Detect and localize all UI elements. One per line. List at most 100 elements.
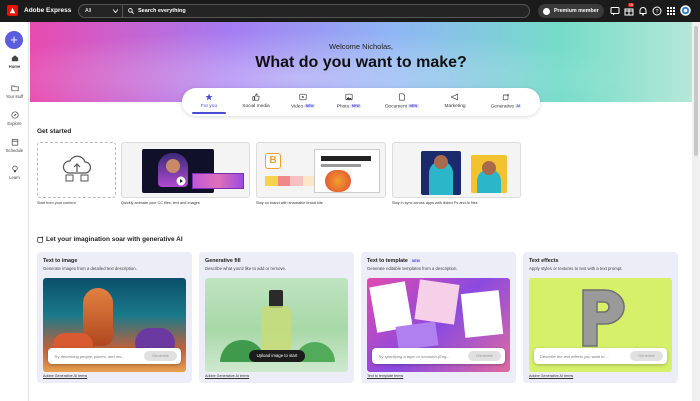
- tab-generative[interactable]: Generative AI: [484, 93, 528, 109]
- tab-marketing-label: Marketing: [444, 104, 466, 109]
- bulb-icon: [11, 165, 18, 173]
- upload-image-button[interactable]: Upload image to start: [249, 350, 305, 362]
- search-bar[interactable]: All Search everything: [78, 4, 530, 18]
- nav-home[interactable]: Home: [0, 54, 29, 69]
- text-to-image-prompt-placeholder: Try describing people, places, and mo...: [54, 354, 125, 359]
- notifications-icon[interactable]: [638, 6, 648, 16]
- generative-ai-icon: [37, 236, 44, 243]
- scrollbar-thumb[interactable]: [694, 26, 698, 156]
- tab-document-new-badge: NEW: [407, 104, 419, 108]
- search-icon: [128, 8, 134, 14]
- upload-cloud-icon: [62, 155, 92, 182]
- nav-schedule[interactable]: Schedule: [0, 138, 29, 153]
- text-to-image-prompt-input[interactable]: Try describing people, places, and mo...…: [48, 348, 181, 364]
- tab-video-new-badge: NEW: [304, 104, 316, 108]
- bottle-image: Upload image to start: [205, 278, 348, 372]
- app-title[interactable]: Adobe Express: [24, 7, 71, 14]
- text-effects-title: Text effects: [529, 258, 559, 264]
- text-to-image-title: Text to image: [43, 258, 78, 264]
- tab-generative-ai-badge: AI: [515, 104, 522, 108]
- gift-icon[interactable]: [624, 6, 634, 16]
- chevron-down-icon: [113, 9, 118, 13]
- gs-caption-4: Stay in sync across apps with linked Ps …: [392, 201, 478, 205]
- hero-title: What do you want to make?: [255, 54, 467, 71]
- play-icon: [176, 176, 186, 186]
- home-icon: [11, 55, 18, 62]
- folder-icon: [10, 85, 19, 92]
- tab-video[interactable]: Video NEW: [286, 93, 320, 109]
- play-icon: [299, 93, 307, 101]
- text-effects-prompt-input[interactable]: Describe the text effects you want to ..…: [534, 348, 667, 364]
- brand-kits-card[interactable]: B: [256, 142, 386, 198]
- tab-marketing[interactable]: Marketing: [438, 93, 472, 109]
- nav-schedule-label: Schedule: [5, 148, 24, 153]
- gs-caption-1: Start from your content: [37, 201, 76, 205]
- text-to-template-generate-button[interactable]: Generate: [468, 351, 501, 361]
- text-to-image-generate-button[interactable]: Generate: [144, 351, 177, 361]
- tab-photo[interactable]: Photo NEW: [332, 93, 366, 109]
- seahorse-image: Try describing people, places, and mo...…: [43, 278, 186, 372]
- text-effects-terms-link[interactable]: Adobe Generative AI terms: [529, 374, 573, 378]
- text-effects-card[interactable]: Text effects Apply styles or textures to…: [523, 252, 678, 383]
- image-icon: [345, 93, 353, 101]
- gs-caption-3: Stay on brand with shareable brand kits: [256, 201, 323, 205]
- text-to-template-prompt-input[interactable]: Try specifying a topic or occasion (Eng.…: [372, 348, 505, 364]
- premium-crown-icon: [543, 7, 550, 15]
- brand-color-swatches: [265, 176, 315, 186]
- premium-member-button[interactable]: Premium member: [538, 4, 604, 18]
- nav-your-stuff-label: Your stuff: [5, 94, 24, 99]
- search-scope-select[interactable]: All: [79, 5, 123, 17]
- notification-count-badge: 15: [628, 3, 634, 7]
- text-to-template-terms-link[interactable]: Text to template terms: [367, 374, 403, 378]
- text-to-template-card[interactable]: Text to template NEW Generate editable t…: [361, 252, 516, 383]
- generative-fill-desc: Describe what you'd like to add or remov…: [205, 266, 287, 271]
- page-scrollbar[interactable]: [692, 22, 700, 401]
- left-nav-rail: + Home Your stuff Explore Schedule Learn: [0, 22, 29, 401]
- text-to-template-desc: Generate editable templates from a descr…: [367, 266, 458, 271]
- tab-photo-new-badge: NEW: [350, 104, 362, 108]
- text-to-template-new-badge: NEW: [410, 258, 422, 263]
- document-icon: [399, 93, 405, 101]
- adobe-express-logo-icon[interactable]: [7, 5, 18, 16]
- text-effects-generate-button[interactable]: Generate: [630, 351, 663, 361]
- get-started-heading: Get started: [37, 128, 72, 135]
- premium-label: Premium member: [554, 8, 599, 14]
- linked-files-card[interactable]: [392, 142, 521, 198]
- apps-grid-icon[interactable]: [666, 6, 676, 16]
- start-from-content-card[interactable]: [37, 142, 116, 198]
- nav-learn[interactable]: Learn: [0, 165, 29, 180]
- text-effects-desc: Apply styles or textures to text with a …: [529, 266, 623, 271]
- tab-video-label: Video: [290, 104, 304, 110]
- text-to-image-card[interactable]: Text to image Generate images from a det…: [37, 252, 192, 383]
- animate-cc-files-card[interactable]: [121, 142, 250, 198]
- search-input[interactable]: Search everything: [123, 8, 529, 14]
- nav-your-stuff[interactable]: Your stuff: [0, 84, 29, 99]
- filmstrip: [192, 173, 244, 189]
- generative-fill-card[interactable]: Generative fill Describe what you'd like…: [199, 252, 354, 383]
- tab-photo-label: Photo: [336, 104, 350, 110]
- category-tabs: For you Social media Video NEW Photo NEW D…: [182, 88, 540, 116]
- templates-collage-image: Try specifying a topic or occasion (Eng.…: [367, 278, 510, 372]
- search-scope-value: All: [85, 8, 92, 14]
- message-icon[interactable]: [610, 6, 620, 16]
- megaphone-icon: [451, 93, 458, 101]
- tab-document[interactable]: Document NEW: [380, 93, 424, 109]
- generative-fill-terms-link[interactable]: Adobe Generative AI terms: [205, 374, 249, 378]
- tab-social-media-label: Social media: [242, 104, 270, 109]
- text-to-image-terms-link[interactable]: Adobe Generative AI terms: [43, 374, 87, 378]
- text-to-template-title-text: Text to template: [367, 258, 408, 264]
- gs-caption-2: Quickly animate your CC files, text and …: [121, 201, 200, 205]
- text-effects-prompt-placeholder: Describe the text effects you want to ..…: [540, 354, 609, 359]
- create-new-button[interactable]: +: [5, 31, 23, 49]
- star-icon: [205, 93, 213, 101]
- tab-generative-label: Generative: [490, 104, 515, 110]
- avatar[interactable]: [680, 5, 691, 16]
- tab-for-you[interactable]: For you: [194, 93, 224, 109]
- search-placeholder: Search everything: [138, 8, 186, 14]
- help-icon[interactable]: ?: [652, 6, 662, 16]
- top-bar: Adobe Express All Search everything Prem…: [0, 0, 700, 22]
- text-effect-letter-image: Describe the text effects you want to ..…: [529, 278, 672, 372]
- tab-social-media[interactable]: Social media: [238, 93, 274, 109]
- nav-explore[interactable]: Explore: [0, 111, 29, 126]
- text-to-image-desc: Generate images from a detailed text des…: [43, 266, 137, 271]
